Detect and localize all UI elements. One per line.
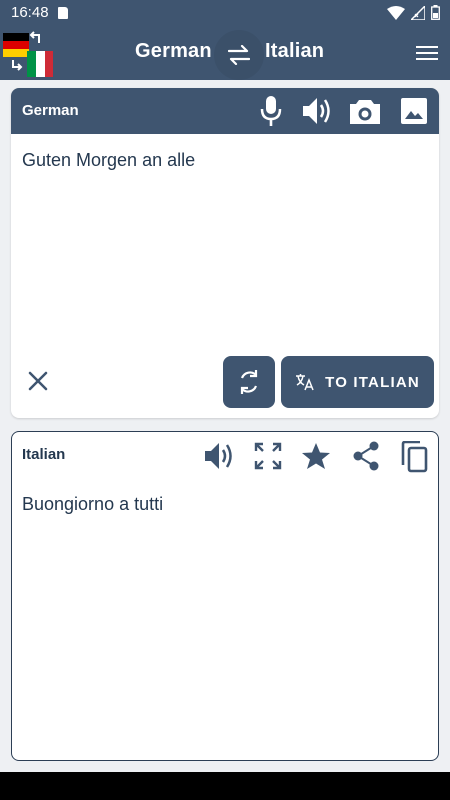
speaker-icon (205, 443, 232, 469)
source-text-input[interactable]: Guten Morgen an alle (22, 150, 195, 171)
source-card: German Guten Morgen an alle TO ITALIAN (11, 88, 439, 418)
microphone-icon (260, 96, 282, 126)
app-header: German Italian (0, 27, 450, 80)
fullscreen-icon (254, 442, 282, 470)
camera-button[interactable] (348, 95, 382, 127)
refresh-icon (240, 370, 258, 394)
favorite-button[interactable] (300, 440, 332, 472)
no-signal-icon (411, 5, 425, 20)
swap-icon (228, 45, 250, 65)
translate-button[interactable]: TO ITALIAN (281, 356, 434, 408)
fullscreen-button[interactable] (252, 440, 284, 472)
app-logo-flags-icon (3, 31, 53, 77)
gallery-button[interactable] (398, 95, 430, 127)
system-navigation-bar (0, 772, 450, 800)
copy-icon (401, 441, 428, 473)
source-language-selector[interactable]: German (135, 40, 212, 63)
speak-source-button[interactable] (299, 95, 335, 127)
speak-target-button[interactable] (202, 440, 236, 472)
target-card: Italian Buongiorno a tutti (11, 431, 439, 761)
copy-button[interactable] (398, 440, 430, 474)
translated-text: Buongiorno a tutti (22, 494, 164, 514)
sim-card-icon (58, 7, 68, 19)
clear-text-icon[interactable] (25, 368, 51, 394)
target-card-title: Italian (22, 446, 66, 463)
share-button[interactable] (350, 440, 382, 472)
translate-button-label: TO ITALIAN (325, 373, 420, 391)
status-time: 16:48 (11, 4, 49, 21)
source-card-header: German (11, 88, 439, 134)
battery-icon (431, 5, 440, 20)
image-icon (401, 98, 427, 124)
wifi-icon (387, 5, 405, 20)
target-language-selector[interactable]: Italian (265, 40, 324, 63)
microphone-button[interactable] (255, 95, 287, 127)
translate-icon (296, 374, 314, 391)
status-bar: 16:48 (0, 0, 450, 27)
camera-icon (350, 100, 380, 124)
star-icon (302, 443, 330, 469)
refresh-button[interactable] (223, 356, 275, 408)
status-icons (387, 5, 440, 20)
source-card-title: German (22, 102, 79, 119)
speaker-icon (303, 98, 330, 124)
swap-languages-button[interactable] (214, 30, 264, 80)
hamburger-menu-icon[interactable] (416, 44, 438, 62)
share-icon (353, 441, 379, 471)
